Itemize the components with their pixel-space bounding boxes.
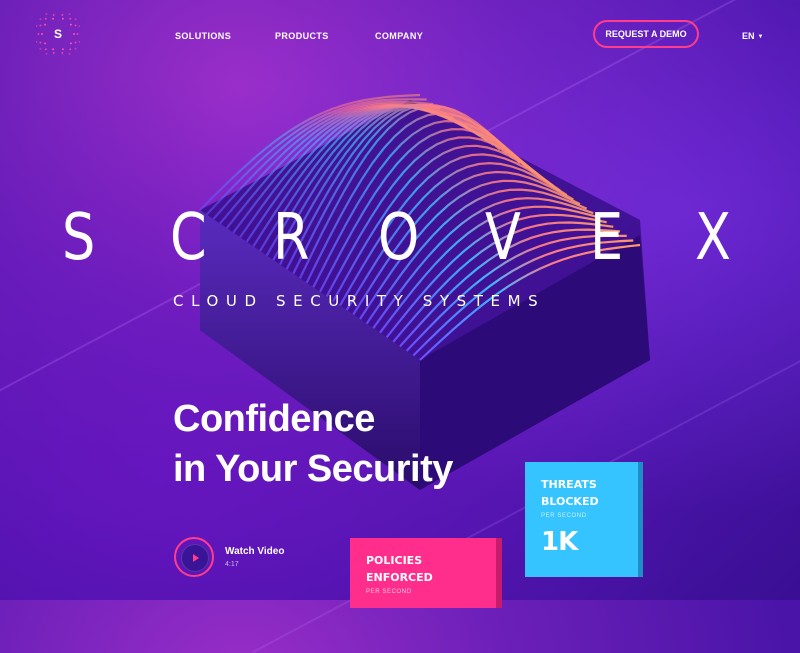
play-video-button[interactable] [174,537,214,577]
card-title: BLOCKED [541,493,622,510]
threats-blocked-card: THREATS BLOCKED PER SECOND 1K [525,462,638,577]
logo-letter: S [36,12,80,56]
nav-products[interactable]: PRODUCTS [275,31,329,41]
caret-down-icon: ▼ [758,34,764,40]
nav-solutions[interactable]: SOLUTIONS [175,31,231,41]
language-label: EN [742,31,755,41]
card-title: THREATS [541,476,622,493]
card-subtitle: PER SECOND [541,513,622,519]
play-icon [193,554,199,562]
language-selector[interactable]: EN▼ [742,31,763,41]
brand-letter: O [378,198,419,278]
brand-letter: R [273,198,309,278]
card-subtitle: PER SECOND [366,589,480,595]
card-title: ENFORCED [366,569,480,586]
play-button-inner [181,544,209,572]
brand-letter: C [170,198,207,278]
video-duration: 4:17 [225,561,239,568]
card-edge [496,538,502,608]
card-title: POLICIES [366,552,480,569]
tagline: CLOUD SECURITY SYSTEMS [173,292,633,310]
card-value: 1K [541,527,622,557]
hero-headline: Confidence in Your Security [173,394,573,494]
brand-letter: X [695,198,731,278]
nav-company[interactable]: COMPANY [375,31,423,41]
headline-line: in Your Security [173,444,573,494]
card-edge [638,462,643,577]
request-demo-button[interactable]: REQUEST A DEMO [593,20,699,48]
brand-letter: S [62,198,95,278]
brand-letter: E [590,198,623,278]
watch-video-link[interactable]: Watch Video [225,546,284,557]
headline-line: Confidence [173,394,573,444]
logo[interactable]: S [36,12,80,56]
policies-enforced-card: POLICIES ENFORCED PER SECOND [350,538,496,608]
brand-letter: V [485,198,521,278]
brand-wordmark: S C R O V E X [0,198,800,278]
